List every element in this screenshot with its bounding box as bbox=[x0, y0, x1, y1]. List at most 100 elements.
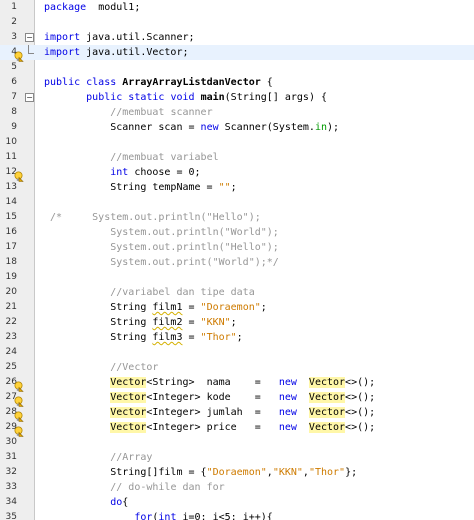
code-token: String bbox=[44, 317, 153, 328]
code-token: Vector bbox=[110, 422, 147, 433]
code-line[interactable]: 23 String film3 = "Thor"; bbox=[0, 330, 474, 345]
line-number: 21 bbox=[5, 302, 17, 312]
fold-toggle-icon[interactable]: − bbox=[25, 33, 34, 42]
fold-toggle-icon[interactable]: − bbox=[25, 93, 34, 102]
code-token: Vector bbox=[308, 422, 346, 433]
warning-bulb-icon[interactable] bbox=[13, 167, 24, 182]
code-line[interactable]: 11 //membuat variabel bbox=[0, 150, 474, 165]
code-line[interactable]: 26 Vector<String> nama = new Vector<>(); bbox=[0, 375, 474, 392]
code-token: String[]film = { bbox=[44, 467, 207, 478]
code-line[interactable]: 2 bbox=[0, 15, 474, 30]
code-line[interactable]: 14 bbox=[0, 195, 474, 210]
code-line[interactable]: 30 bbox=[0, 435, 474, 450]
code-token: public static void bbox=[86, 92, 195, 103]
code-token: Scanner scan = bbox=[44, 122, 201, 133]
code-line[interactable]: 17 System.out.println("Hello"); bbox=[0, 240, 474, 255]
code-line[interactable]: 32 String[]film = {"Doraemon","KKN","Tho… bbox=[0, 465, 474, 480]
code-line[interactable]: 31 //Array bbox=[0, 450, 474, 465]
code-token: package bbox=[44, 2, 87, 13]
code-token: (String[] args) { bbox=[224, 92, 328, 103]
code-token: ; bbox=[236, 332, 243, 343]
code-token: import bbox=[44, 32, 81, 43]
code-text: Vector<Integer> price = new Vector<>(); bbox=[44, 420, 375, 435]
code-token: //variabel dan tipe data bbox=[110, 287, 255, 298]
line-number: 31 bbox=[5, 452, 17, 462]
code-token: System.out.println("World"); bbox=[44, 227, 279, 238]
code-text: Vector<String> nama = new Vector<>(); bbox=[44, 375, 375, 390]
code-token: "KKN" bbox=[200, 317, 231, 328]
code-line[interactable]: 25 //Vector bbox=[0, 360, 474, 375]
line-number: 7 bbox=[11, 92, 17, 102]
code-token: { bbox=[122, 497, 129, 508]
code-editor[interactable]: 1 package modul1; 2 3− import java.util.Scan… bbox=[0, 0, 474, 520]
warning-bulb-icon[interactable] bbox=[13, 392, 24, 407]
code-text: do{ bbox=[44, 495, 128, 510]
code-line[interactable]: 16 System.out.println("World"); bbox=[0, 225, 474, 240]
code-text: String film3 = "Thor"; bbox=[44, 330, 243, 345]
code-line[interactable]: 27 Vector<Integer> kode = new Vector<>()… bbox=[0, 390, 474, 407]
code-token: //Array bbox=[110, 452, 153, 463]
code-token: //membuat scanner bbox=[110, 107, 213, 118]
code-line[interactable]: 15 /* System.out.println("Hello"); bbox=[0, 210, 474, 225]
code-line[interactable]: 34 do{ bbox=[0, 495, 474, 510]
code-line[interactable]: 22 String film2 = "KKN"; bbox=[0, 315, 474, 330]
code-line[interactable]: 7− public static void main(String[] args… bbox=[0, 90, 474, 105]
code-token: <>(); bbox=[345, 407, 376, 418]
code-token: <Integer> price = bbox=[146, 422, 279, 433]
code-line[interactable]: 1 package modul1; bbox=[0, 0, 474, 15]
line-number: 5 bbox=[11, 62, 17, 72]
line-number: 15 bbox=[5, 212, 17, 222]
code-token: Scanner(System. bbox=[218, 122, 315, 133]
code-text: System.out.println("Hello"); bbox=[44, 240, 279, 255]
code-text: //Vector bbox=[44, 360, 158, 375]
code-line[interactable]: 12 int choose = 0; bbox=[0, 165, 474, 182]
code-line[interactable]: 5 bbox=[0, 60, 474, 75]
code-token: <Integer> jumlah = bbox=[146, 407, 279, 418]
line-number: 30 bbox=[5, 437, 17, 447]
warning-bulb-icon[interactable] bbox=[13, 422, 24, 437]
line-number: 3 bbox=[11, 32, 17, 42]
code-token: java.util.Scanner; bbox=[80, 32, 195, 43]
code-line[interactable]: 9 Scanner scan = new Scanner(System.in); bbox=[0, 120, 474, 135]
code-token: ; bbox=[230, 182, 237, 193]
code-line[interactable]: 29 Vector<Integer> price = new Vector<>(… bbox=[0, 420, 474, 437]
line-number: 18 bbox=[5, 257, 17, 267]
code-text: for(int i=0; i<5; i++){ bbox=[44, 510, 272, 520]
line-number: 14 bbox=[5, 197, 17, 207]
code-line[interactable]: 21 String film1 = "Doraemon"; bbox=[0, 300, 474, 315]
warning-bulb-icon[interactable] bbox=[13, 407, 24, 422]
code-line[interactable]: 35 for(int i=0; i<5; i++){ bbox=[0, 510, 474, 520]
code-line[interactable]: 10 bbox=[0, 135, 474, 150]
code-line[interactable]: 19 bbox=[0, 270, 474, 285]
code-line[interactable]: 8 //membuat scanner bbox=[0, 105, 474, 120]
code-line[interactable]: 20 //variabel dan tipe data bbox=[0, 285, 474, 300]
code-line[interactable]: 18 System.out.print("World");*/ bbox=[0, 255, 474, 270]
line-number: 33 bbox=[5, 482, 17, 492]
code-token: film3 bbox=[152, 332, 183, 343]
code-line[interactable]: 13 String tempName = ""; bbox=[0, 180, 474, 195]
code-line[interactable]: 6 public class ArrayArrayListdanVector { bbox=[0, 75, 474, 90]
code-token: <String> nama = bbox=[146, 377, 279, 388]
code-line[interactable]: 3− import java.util.Scanner; bbox=[0, 30, 474, 45]
code-text: String[]film = {"Doraemon","KKN","Thor"}… bbox=[44, 465, 357, 480]
code-text: import java.util.Vector; bbox=[44, 45, 189, 60]
code-token: <>(); bbox=[345, 392, 376, 403]
warning-bulb-icon[interactable] bbox=[13, 47, 24, 62]
code-token: new bbox=[278, 422, 297, 433]
warning-bulb-icon[interactable] bbox=[13, 377, 24, 392]
line-number: 24 bbox=[5, 347, 17, 357]
code-token: /* System.out.println("Hello"); bbox=[44, 212, 261, 223]
line-number: 10 bbox=[5, 137, 17, 147]
code-line[interactable]: 24 bbox=[0, 345, 474, 360]
code-line[interactable]: 33 // do-while dan for bbox=[0, 480, 474, 495]
code-line[interactable]: 28 Vector<Integer> jumlah = new Vector<>… bbox=[0, 405, 474, 422]
code-token: }; bbox=[345, 467, 358, 478]
code-text: String film1 = "Doraemon"; bbox=[44, 300, 267, 315]
code-line[interactable]: 4 import java.util.Vector; bbox=[0, 45, 474, 62]
code-text: System.out.print("World");*/ bbox=[44, 255, 279, 270]
